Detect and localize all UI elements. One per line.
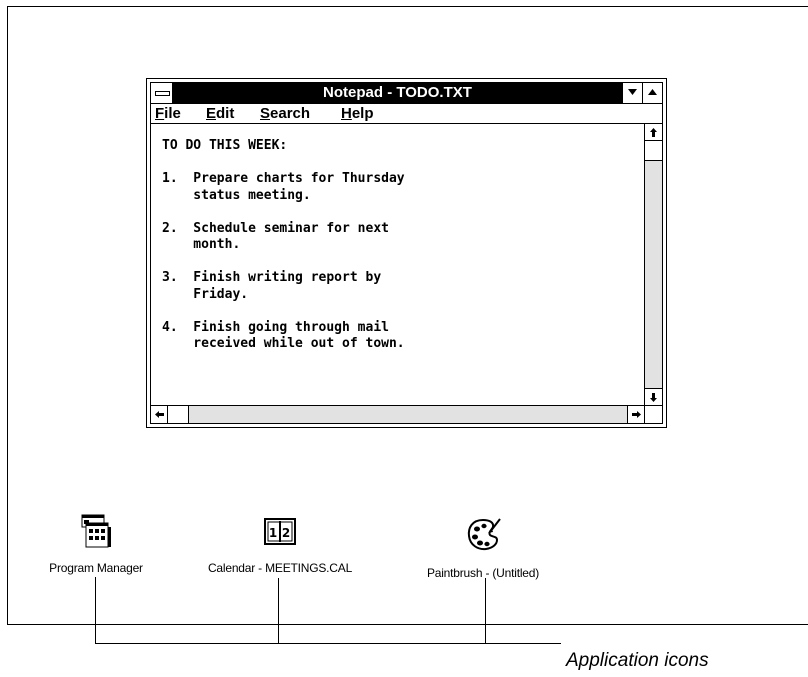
horizontal-scroll-thumb[interactable] bbox=[168, 406, 189, 423]
size-box bbox=[644, 405, 662, 423]
horizontal-scrollbar[interactable] bbox=[151, 405, 644, 423]
menu-bar: File Edit Search Help bbox=[151, 104, 662, 124]
callout-line-paintbrush bbox=[485, 578, 486, 643]
svg-text:2: 2 bbox=[282, 526, 290, 540]
paintbrush-palette-icon bbox=[467, 518, 501, 551]
callout-line-program-manager bbox=[95, 577, 96, 643]
program-manager-app-icon[interactable]: Program Manager bbox=[49, 513, 143, 575]
arrow-up-icon bbox=[650, 127, 657, 137]
paintbrush-label: Paintbrush - (Untitled) bbox=[426, 566, 540, 580]
scroll-up-button[interactable] bbox=[645, 124, 662, 141]
menu-help[interactable]: Help bbox=[341, 104, 374, 123]
calendar-icon: 1 2 bbox=[264, 518, 296, 545]
minimize-button[interactable] bbox=[622, 83, 642, 103]
vertical-scroll-thumb[interactable] bbox=[645, 141, 662, 161]
scroll-left-button[interactable] bbox=[151, 406, 168, 423]
system-menu-icon bbox=[155, 91, 170, 96]
window-title: Notepad - TODO.TXT bbox=[323, 84, 472, 101]
svg-text:1: 1 bbox=[269, 526, 277, 540]
scroll-down-button[interactable] bbox=[645, 388, 662, 405]
menu-file[interactable]: File bbox=[155, 104, 181, 123]
callout-line-horizontal bbox=[95, 643, 561, 644]
notepad-window-frame: Notepad - TODO.TXT File Edit Search Help… bbox=[150, 82, 663, 424]
scroll-right-button[interactable] bbox=[627, 406, 644, 423]
program-manager-label: Program Manager bbox=[49, 561, 143, 575]
maximize-arrow-icon bbox=[648, 89, 657, 95]
callout-line-calendar bbox=[278, 578, 279, 643]
menu-edit[interactable]: Edit bbox=[206, 104, 234, 123]
maximize-button[interactable] bbox=[642, 83, 662, 103]
system-menu-button[interactable] bbox=[151, 83, 173, 103]
arrow-left-icon bbox=[154, 411, 164, 418]
calendar-app-icon[interactable]: 1 2 Calendar - MEETINGS.CAL bbox=[208, 518, 352, 575]
arrow-right-icon bbox=[631, 411, 641, 418]
text-edit-area[interactable]: TO DO THIS WEEK: 1. Prepare charts for T… bbox=[151, 124, 644, 405]
application-icons-caption: Application icons bbox=[566, 650, 709, 671]
title-bar[interactable]: Notepad - TODO.TXT bbox=[151, 83, 662, 104]
calendar-label: Calendar - MEETINGS.CAL bbox=[207, 561, 353, 575]
minimize-arrow-icon bbox=[628, 89, 637, 95]
program-manager-icon bbox=[81, 514, 111, 548]
notepad-window: Notepad - TODO.TXT File Edit Search Help… bbox=[146, 78, 667, 428]
paintbrush-app-icon[interactable]: Paintbrush - (Untitled) bbox=[427, 516, 539, 580]
menu-search[interactable]: Search bbox=[260, 104, 310, 123]
arrow-down-icon bbox=[650, 392, 657, 402]
vertical-scrollbar[interactable] bbox=[644, 124, 662, 405]
